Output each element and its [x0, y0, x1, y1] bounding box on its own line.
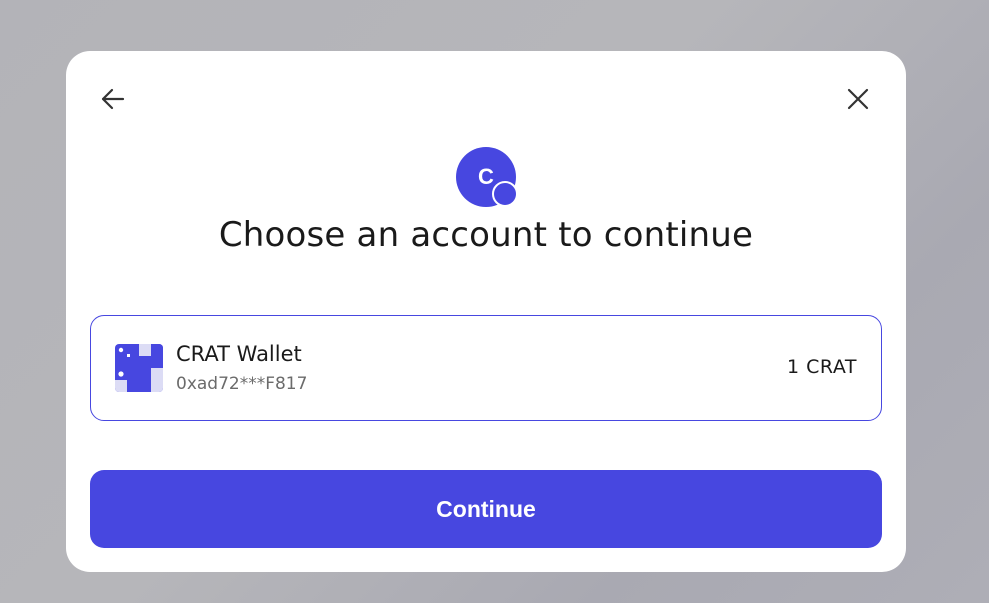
app-logo-icon: C	[456, 147, 518, 207]
wallet-name: CRAT Wallet	[176, 342, 302, 366]
close-icon	[847, 88, 869, 110]
continue-button[interactable]: Continue	[90, 470, 882, 548]
account-select-modal: C Choose an account to continue CRAT Wal…	[66, 51, 906, 572]
account-option-crat-wallet[interactable]: CRAT Wallet 0xad72***F817 1 CRAT	[90, 315, 882, 421]
back-button[interactable]	[97, 83, 129, 115]
wallet-identicon	[115, 344, 163, 392]
logo-badge	[492, 181, 518, 207]
modal-title: Choose an account to continue	[218, 215, 754, 255]
wallet-balance: 1 CRAT	[787, 356, 857, 378]
arrow-left-icon	[101, 88, 125, 110]
close-button[interactable]	[842, 83, 874, 115]
wallet-address: 0xad72***F817	[176, 374, 308, 394]
